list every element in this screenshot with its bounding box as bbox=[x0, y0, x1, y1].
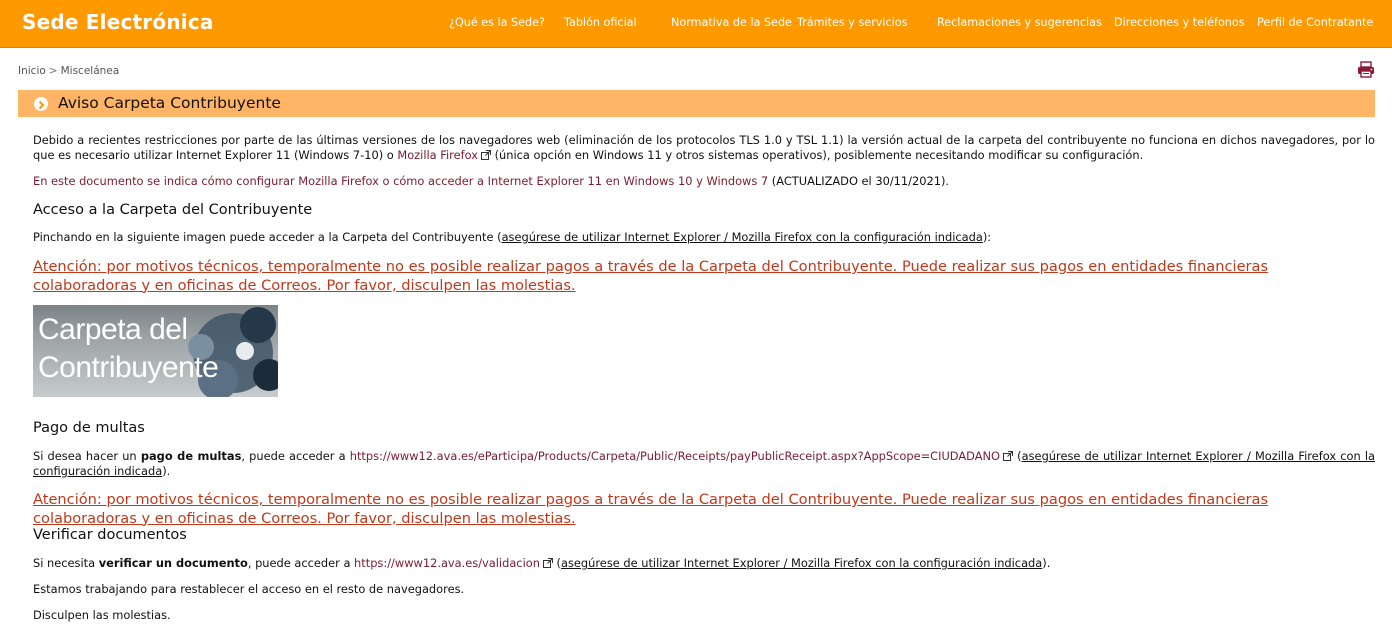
section-heading-acceso: Acceso a la Carpeta del Contribuyente bbox=[33, 202, 313, 218]
firefox-link[interactable]: Mozilla Firefox bbox=[397, 148, 478, 162]
verificar-bold: verificar un documento bbox=[98, 556, 248, 570]
banner-line-2: Contribuyente bbox=[38, 351, 219, 384]
intro-paragraph: Debido a recientes restricciones por par… bbox=[33, 133, 1375, 163]
multas-url-link[interactable]: https://www12.ava.es/eParticipa/Products… bbox=[350, 449, 1000, 463]
breadcrumb-current: Miscelánea bbox=[60, 65, 120, 77]
apology-text: Disculpen las molestias. bbox=[33, 608, 171, 622]
config-note: En este documento se indica cómo configu… bbox=[33, 174, 1375, 189]
site-header: Sede Electrónica ¿Qué es la Sede? Tablón… bbox=[0, 0, 1392, 48]
external-link-icon bbox=[1003, 451, 1014, 461]
external-link-icon bbox=[480, 150, 491, 160]
multas-paragraph: Si desea hacer un pago de multas, puede … bbox=[33, 449, 1375, 479]
config-hint-link[interactable]: asegúrese de utilizar Internet Explorer … bbox=[502, 230, 983, 244]
external-link-icon bbox=[542, 558, 553, 568]
banner-line-1: Carpeta del bbox=[38, 313, 188, 346]
multas-text: Si desea hacer un bbox=[33, 449, 141, 463]
working-note: Estamos trabajando para restablecer el a… bbox=[33, 582, 465, 596]
nav-item-que-es-la-sede[interactable]: ¿Qué es la Sede? bbox=[449, 16, 545, 29]
carpeta-contribuyente-banner[interactable]: Carpeta del Contribuyente bbox=[33, 305, 278, 397]
nav-item-direcciones[interactable]: Direcciones y teléfonos bbox=[1114, 16, 1245, 29]
nav-item-perfil-contratante[interactable]: Perfil de Contratante bbox=[1257, 16, 1373, 29]
section-heading-verificar: Verificar documentos bbox=[33, 527, 187, 543]
page-title: Aviso Carpeta Contribuyente bbox=[58, 94, 281, 112]
breadcrumb-home[interactable]: Inicio bbox=[18, 65, 46, 77]
acceso-end: ): bbox=[982, 230, 992, 244]
config-doc-link[interactable]: En este documento se indica cómo configu… bbox=[33, 174, 768, 188]
nav-item-tablon-oficial[interactable]: Tablón oficial bbox=[564, 16, 637, 29]
site-brand[interactable]: Sede Electrónica bbox=[22, 10, 214, 34]
multas-bold: pago de multas bbox=[140, 449, 242, 463]
section-heading-multas: Pago de multas bbox=[33, 420, 145, 436]
verificar-end: ). bbox=[1042, 556, 1051, 570]
intro-text-end: (única opción en Windows 11 y otros sist… bbox=[490, 148, 1144, 162]
multas-paren: ( bbox=[1013, 449, 1022, 463]
page-title-bar: Aviso Carpeta Contribuyente bbox=[18, 90, 1375, 117]
breadcrumb-separator: > bbox=[48, 65, 58, 77]
nav-item-normativa[interactable]: Normativa de la Sede bbox=[671, 16, 792, 29]
printer-icon[interactable] bbox=[1357, 61, 1375, 78]
validacion-url-link[interactable]: https://www12.ava.es/validacion bbox=[354, 556, 540, 570]
chevron-right-icon bbox=[34, 97, 48, 111]
verificar-config-link[interactable]: asegúrese de utilizar Internet Explorer … bbox=[561, 556, 1042, 570]
payment-alert[interactable]: Atención: por motivos técnicos, temporal… bbox=[33, 258, 1373, 295]
multas-mid: , puede acceder a bbox=[241, 449, 350, 463]
acceso-paragraph: Pinchando en la siguiente imagen puede a… bbox=[33, 230, 1375, 245]
verificar-paragraph: Si necesita verificar un documento, pued… bbox=[33, 556, 1375, 571]
verificar-text: Si necesita bbox=[33, 556, 99, 570]
multas-end: ). bbox=[162, 464, 171, 478]
config-note-suffix: (ACTUALIZADO el 30/11/2021). bbox=[768, 174, 950, 188]
breadcrumb: Inicio > Miscelánea bbox=[18, 65, 119, 77]
nav-item-reclamaciones[interactable]: Reclamaciones y sugerencias bbox=[937, 16, 1102, 29]
verificar-paren: ( bbox=[552, 556, 561, 570]
payment-alert-2[interactable]: Atención: por motivos técnicos, temporal… bbox=[33, 491, 1373, 528]
nav-item-tramites[interactable]: Trámites y servicios bbox=[797, 16, 907, 29]
verificar-mid: , puede acceder a bbox=[247, 556, 355, 570]
acceso-text: Pinchando en la siguiente imagen puede a… bbox=[33, 230, 502, 244]
